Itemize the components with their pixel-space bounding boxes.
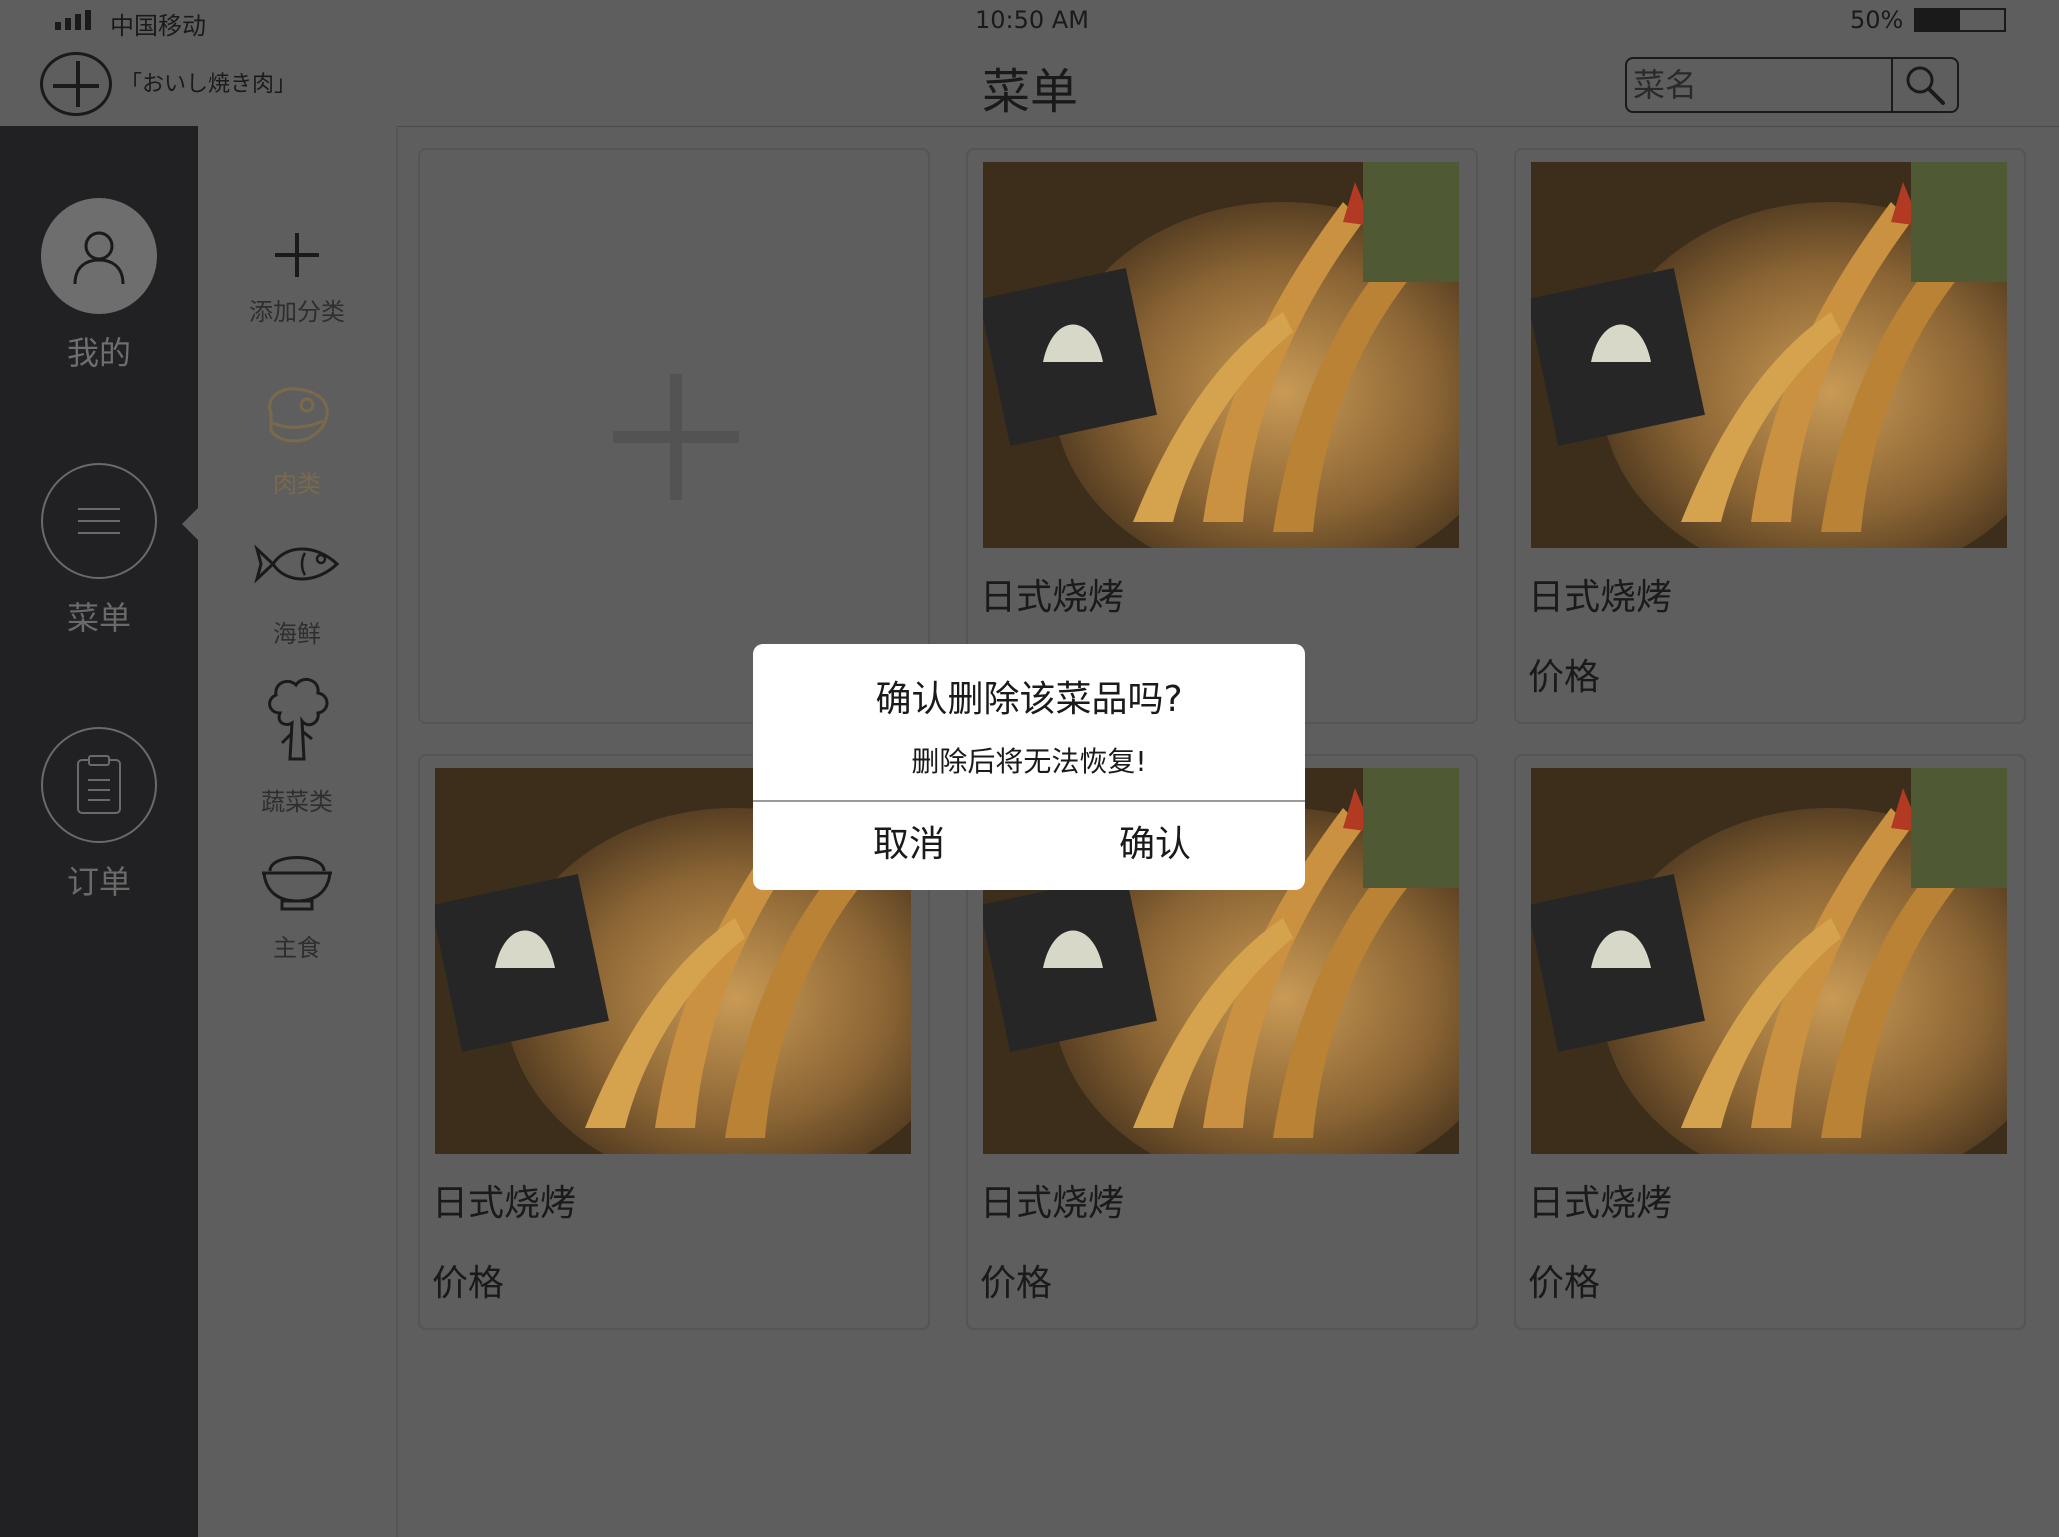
category-column: 添加分类 肉类 海鲜 蔬菜类 主食 — [198, 126, 396, 1537]
orders-circle — [41, 727, 157, 843]
nav-label: 菜单 — [66, 599, 131, 637]
confirm-delete-dialog: 确认删除该菜品吗? 删除后将无法恢复! 取消 确认 — [753, 644, 1305, 890]
cancel-button[interactable]: 取消 — [873, 814, 945, 876]
add-dish-plus-icon-bar — [613, 431, 739, 443]
category-icon-wrap — [249, 526, 345, 602]
category-item-seafood[interactable]: 海鲜 — [198, 526, 396, 649]
category-item-meat[interactable]: 肉类 — [198, 376, 396, 499]
dish-photo — [1531, 162, 2007, 548]
menu-lines-icon — [78, 508, 120, 534]
category-divider — [396, 126, 398, 1537]
search-input[interactable] — [1633, 63, 1895, 107]
dish-price: 价格 — [980, 1263, 1053, 1304]
dish-card[interactable]: 日式烧烤 价格 — [1514, 754, 2026, 1330]
plus-icon — [275, 233, 319, 277]
nav-item-menu[interactable]: 菜单 — [0, 463, 198, 639]
dish-name: 日式烧烤 — [432, 1183, 577, 1224]
category-item-staple[interactable]: 主食 — [198, 840, 396, 963]
page-title: 菜单 — [981, 64, 1078, 120]
rice-bowl-icon — [262, 856, 332, 911]
search-button[interactable] — [1891, 59, 1957, 111]
dialog-message: 删除后将无法恢复! — [911, 745, 1147, 778]
battery-fill — [1916, 10, 1960, 30]
dish-price: 价格 — [1528, 657, 1601, 698]
add-icon-wrap — [249, 230, 345, 280]
dialog-title: 确认删除该菜品吗? — [875, 679, 1183, 720]
clipboard-icon — [77, 755, 121, 814]
meat-icon — [268, 387, 329, 443]
user-icon — [73, 231, 125, 285]
battery-icon — [1914, 8, 2006, 32]
battery-percent: 50% — [1850, 6, 1904, 34]
category-icon-wrap — [249, 376, 345, 452]
nav-label: 订单 — [66, 863, 131, 901]
tempura-image — [1531, 162, 2007, 548]
nav-item-me[interactable]: 我的 — [0, 198, 198, 374]
signal-icon — [55, 8, 91, 30]
dialog-divider — [753, 800, 1305, 802]
fish-icon — [254, 544, 340, 584]
header-divider — [198, 126, 2059, 127]
category-icon-wrap — [249, 666, 345, 770]
nav-active-indicator — [182, 508, 198, 540]
add-dish-card[interactable] — [418, 148, 930, 724]
dish-name: 日式烧烤 — [1528, 577, 1673, 618]
tempura-image — [1531, 768, 2007, 1154]
category-label: 海鲜 — [273, 620, 321, 648]
nav-label: 我的 — [66, 334, 131, 372]
category-label: 主食 — [273, 934, 321, 962]
status-bar: 中国移动 10:50 AM 50% — [0, 0, 2059, 40]
dish-photo — [1531, 768, 2007, 1154]
logo: 「おいし焼き肉」 — [40, 52, 296, 116]
category-item-vegetables[interactable]: 蔬菜类 — [198, 666, 396, 817]
dish-name: 日式烧烤 — [980, 577, 1125, 618]
dish-price: 价格 — [432, 1263, 505, 1304]
category-icon-wrap — [249, 840, 345, 916]
carrier-name: 中国移动 — [110, 12, 206, 40]
search-box — [1625, 57, 1959, 113]
broccoli-icon — [268, 677, 329, 761]
dish-price: 价格 — [1528, 1263, 1601, 1304]
dish-card[interactable]: 日式烧烤 价格 — [1514, 148, 2026, 724]
add-category-label: 添加分类 — [249, 298, 345, 326]
dish-photo — [983, 162, 1459, 548]
menu-circle — [41, 463, 157, 579]
category-label: 肉类 — [273, 470, 321, 498]
dish-name: 日式烧烤 — [1528, 1183, 1673, 1224]
confirm-button[interactable]: 确认 — [1119, 814, 1191, 876]
tempura-image — [983, 162, 1459, 548]
avatar — [41, 198, 157, 314]
dish-name: 日式烧烤 — [980, 1183, 1125, 1224]
clock: 10:50 AM — [975, 6, 1089, 34]
logo-mark-icon — [40, 52, 112, 116]
dish-card[interactable]: 日式烧烤 — [966, 148, 1478, 724]
category-label: 蔬菜类 — [261, 788, 333, 816]
add-category-button[interactable]: 添加分类 — [198, 230, 396, 327]
left-nav: 我的 菜单 订单 — [0, 126, 198, 1537]
nav-item-orders[interactable]: 订单 — [0, 727, 198, 903]
logo-text: 「おいし焼き肉」 — [120, 72, 297, 97]
search-icon — [1906, 66, 1945, 105]
